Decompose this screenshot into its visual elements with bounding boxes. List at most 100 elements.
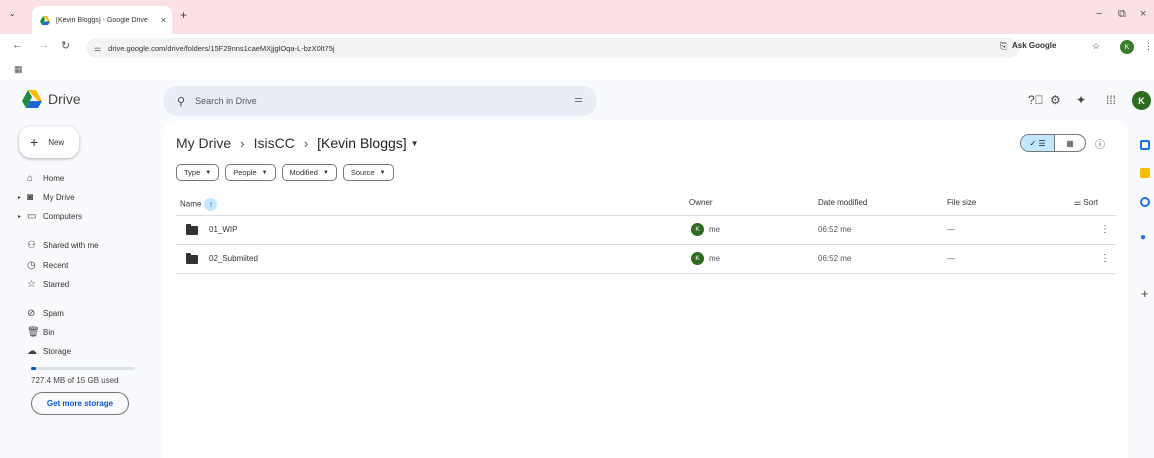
nav-item-my-drive[interactable]: ▸ ◙ My Drive bbox=[18, 190, 75, 204]
google-apps-icon[interactable]: ⁞⁞⁞ bbox=[1106, 93, 1116, 107]
table-row[interactable]: 01_WIP K me 06:52 me — ⋮ bbox=[176, 216, 1116, 245]
keep-icon[interactable] bbox=[1140, 168, 1150, 178]
nav-item-home[interactable]: ⌂ Home bbox=[18, 171, 64, 185]
search-bar[interactable]: ⚲ Search in Drive ⚌ bbox=[163, 86, 597, 116]
nav-item-storage[interactable]: ☁ Storage bbox=[18, 344, 71, 358]
bookmarks-bar: ▦ bbox=[0, 62, 1154, 80]
bookmark-star-icon[interactable]: ☆ bbox=[1092, 41, 1100, 52]
grid-view-button[interactable]: ▦ bbox=[1055, 135, 1085, 151]
more-actions-icon[interactable]: ⋮ bbox=[1100, 224, 1110, 235]
drive-logo[interactable]: Drive bbox=[22, 90, 81, 108]
storage-usage-bar bbox=[31, 367, 135, 370]
owner-avatar: K bbox=[691, 252, 704, 265]
shared-people-icon: ⚇ bbox=[27, 239, 36, 251]
nav-item-computers[interactable]: ▸ ▭ Computers bbox=[18, 209, 82, 223]
column-label: Name bbox=[180, 199, 202, 209]
browser-tab-drive[interactable]: [Kevin Bloggs] - Google Drive × bbox=[32, 6, 172, 34]
drive-logo-icon bbox=[22, 90, 42, 108]
new-tab-button[interactable]: + bbox=[180, 8, 187, 22]
file-name: 01_WIP bbox=[209, 225, 238, 234]
nav-item-label: Bin bbox=[43, 327, 55, 337]
browser-profile-avatar[interactable]: K bbox=[1120, 40, 1134, 54]
filter-chip-modified[interactable]: Modified ▼ bbox=[281, 164, 337, 181]
filter-chip-people[interactable]: People ▼ bbox=[225, 164, 276, 181]
apps-grid-icon[interactable]: ▦ bbox=[14, 64, 23, 75]
breadcrumb-current-folder[interactable]: [Kevin Bloggs] bbox=[317, 135, 407, 151]
tab-title: [Kevin Bloggs] - Google Drive bbox=[56, 16, 148, 24]
clock-icon: ◷ bbox=[27, 259, 36, 271]
more-actions-icon[interactable]: ⋮ bbox=[1100, 253, 1110, 264]
nav-item-shared[interactable]: ⚇ Shared with me bbox=[18, 238, 99, 252]
forward-arrow-icon[interactable]: → bbox=[38, 39, 49, 51]
sort-button[interactable]: ⚌ Sort bbox=[1074, 198, 1098, 207]
storage-usage-text: 727.4 MB of 15 GB used bbox=[31, 376, 119, 385]
add-addon-plus-icon[interactable]: + bbox=[1141, 286, 1151, 301]
list-view-button[interactable]: ✓ ☰ bbox=[1021, 135, 1055, 151]
chip-caret-icon: ▼ bbox=[379, 169, 386, 176]
column-header-owner: Owner bbox=[689, 198, 713, 207]
search-input[interactable]: Search in Drive bbox=[195, 96, 257, 106]
expand-caret-icon[interactable]: ▸ bbox=[18, 213, 27, 220]
gemini-sparkle-icon[interactable]: ✦ bbox=[1076, 93, 1086, 107]
browser-menu-icon[interactable]: ⋮ bbox=[1144, 41, 1153, 52]
cloud-icon: ☁ bbox=[27, 345, 37, 357]
site-settings-icon[interactable]: ⚌ bbox=[94, 44, 101, 53]
nav-item-bin[interactable]: 🗑 Bin bbox=[18, 325, 55, 339]
owner-name: me bbox=[709, 225, 721, 234]
owner-avatar: K bbox=[691, 223, 704, 236]
contacts-icon[interactable]: ● bbox=[1140, 232, 1150, 243]
get-more-storage-button[interactable]: Get more storage bbox=[31, 392, 129, 415]
filter-chip-type[interactable]: Type ▼ bbox=[176, 164, 220, 181]
search-icon[interactable]: ⚲ bbox=[177, 95, 185, 108]
table-row[interactable]: 02_Submiited K me 06:52 me — ⋮ bbox=[176, 245, 1116, 274]
home-icon: ⌂ bbox=[27, 172, 34, 184]
folder-menu-caret-icon[interactable]: ▼ bbox=[411, 139, 419, 148]
info-icon[interactable]: ⓘ bbox=[1095, 136, 1105, 151]
tab-list-chevron-icon[interactable]: ⌄ bbox=[9, 9, 16, 18]
breadcrumb-isiscc[interactable]: IsisCC bbox=[254, 135, 295, 151]
storage-usage-fill bbox=[31, 367, 36, 370]
url-text: drive.google.com/drive/folders/15F29nns1… bbox=[108, 43, 335, 53]
nav-item-label: Shared with me bbox=[43, 240, 99, 250]
filter-chips: Type ▼ People ▼ Modified ▼ Source ▼ bbox=[176, 164, 400, 181]
new-button-label: New bbox=[48, 137, 65, 147]
tasks-icon[interactable] bbox=[1140, 197, 1150, 207]
drive-favicon-icon bbox=[40, 15, 50, 25]
breadcrumb-my-drive[interactable]: My Drive bbox=[176, 135, 231, 151]
table-header: Name ↑ Owner Date modified File size ⚌ So… bbox=[176, 192, 1116, 216]
chip-caret-icon: ▼ bbox=[205, 169, 212, 176]
calendar-icon[interactable] bbox=[1140, 140, 1150, 150]
search-options-icon[interactable]: ⚌ bbox=[574, 94, 583, 105]
sort-up-arrow-icon[interactable]: ↑ bbox=[204, 198, 218, 211]
install-app-icon[interactable]: ⎘ bbox=[1000, 41, 1007, 52]
column-header-name[interactable]: Name ↑ bbox=[180, 198, 218, 211]
expand-caret-icon[interactable]: ▸ bbox=[18, 194, 27, 201]
minimize-icon[interactable]: − bbox=[1096, 8, 1102, 20]
nav-item-label: Storage bbox=[43, 346, 72, 356]
reload-icon[interactable]: ↻ bbox=[61, 39, 70, 52]
ask-google-button[interactable]: Ask Google bbox=[1012, 41, 1056, 50]
restore-icon[interactable]: ⧉ bbox=[1118, 8, 1126, 21]
support-icon[interactable]: ?⃝ bbox=[1028, 93, 1044, 107]
settings-gear-icon[interactable]: ⚙ bbox=[1050, 93, 1061, 107]
account-avatar[interactable]: K bbox=[1132, 91, 1151, 110]
back-arrow-icon[interactable]: ← bbox=[12, 39, 23, 51]
nav-item-label: Home bbox=[43, 173, 65, 183]
chip-label: People bbox=[233, 168, 257, 177]
folder-icon bbox=[186, 224, 198, 235]
drive-logo-text: Drive bbox=[48, 91, 81, 107]
filter-chip-source[interactable]: Source ▼ bbox=[342, 164, 394, 181]
browser-toolbar: ← → ↻ ⚌ drive.google.com/drive/folders/1… bbox=[0, 34, 1154, 62]
tab-close-icon[interactable]: × bbox=[161, 15, 166, 25]
nav-item-label: Computers bbox=[43, 211, 83, 221]
new-button[interactable]: + New bbox=[19, 126, 79, 158]
file-size: — bbox=[947, 254, 955, 263]
nav-item-spam[interactable]: ⊘ Spam bbox=[18, 306, 64, 320]
spam-icon: ⊘ bbox=[27, 307, 36, 319]
nav-item-starred[interactable]: ☆ Starred bbox=[18, 277, 69, 291]
address-bar[interactable]: ⚌ drive.google.com/drive/folders/15F29nn… bbox=[86, 38, 1020, 58]
breadcrumb-separator-icon: › bbox=[303, 135, 309, 151]
close-window-icon[interactable]: × bbox=[1140, 8, 1146, 20]
date-modified: 06:52 me bbox=[818, 225, 852, 234]
nav-item-recent[interactable]: ◷ Recent bbox=[18, 258, 68, 272]
